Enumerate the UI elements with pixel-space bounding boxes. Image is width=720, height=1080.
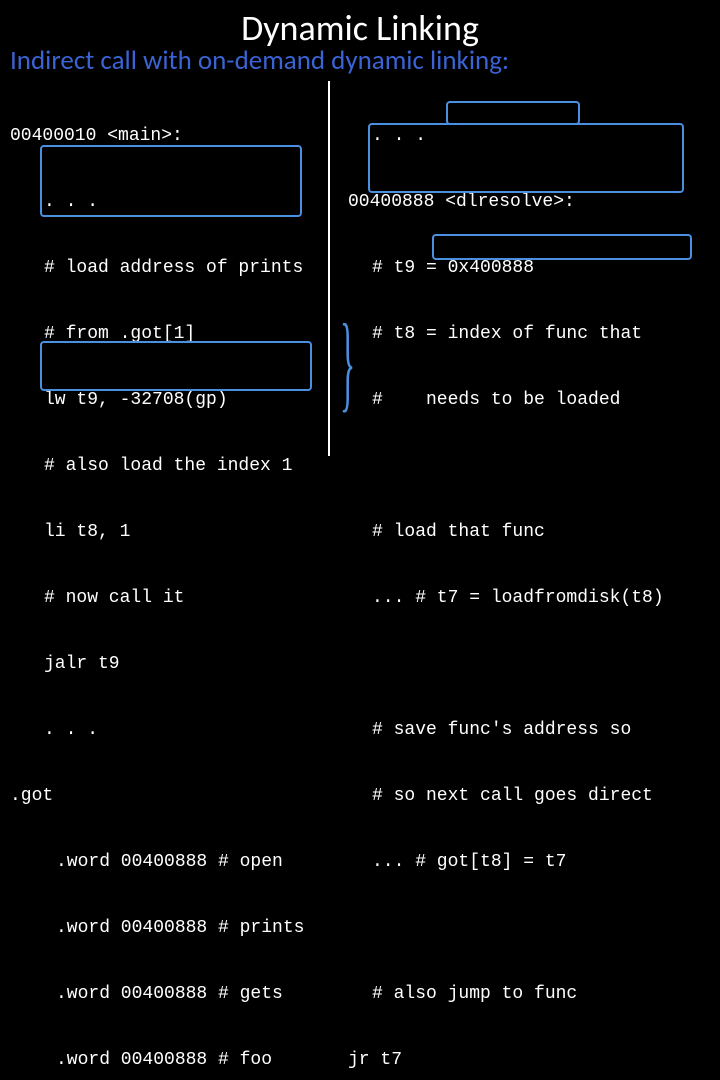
code-line: # t9 = 0x400888 bbox=[348, 257, 664, 279]
code-line: ... # got[t8] = t7 bbox=[348, 851, 664, 873]
left-code-column: 00400010 <main>: . . . # load address of… bbox=[10, 81, 304, 1080]
blank-line bbox=[348, 653, 664, 675]
highlight-box bbox=[432, 234, 692, 260]
highlight-box bbox=[40, 341, 312, 391]
code-line: # now call it bbox=[10, 587, 304, 609]
code-line: jalr t9 bbox=[10, 653, 304, 675]
code-line: # save func's address so bbox=[348, 719, 664, 741]
code-line: # needs to be loaded bbox=[348, 389, 664, 411]
code-area: 00400010 <main>: . . . # load address of… bbox=[0, 81, 720, 531]
code-line: # load address of prints bbox=[10, 257, 304, 279]
slide-title: Dynamic Linking bbox=[0, 0, 720, 50]
blank-line bbox=[348, 455, 664, 477]
dlresolve-address: 00400888 <dlresolve>: bbox=[348, 191, 664, 213]
code-line: # so next call goes direct bbox=[348, 785, 664, 807]
code-line: # also jump to func bbox=[348, 983, 664, 1005]
brace-icon: } bbox=[340, 301, 355, 425]
highlight-box bbox=[40, 145, 302, 217]
highlight-box bbox=[446, 101, 580, 125]
code-line: jr t7 bbox=[348, 1049, 664, 1071]
got-label: .got bbox=[10, 785, 304, 807]
got-entry: .word 00400888 # foo bbox=[10, 1049, 304, 1071]
code-line: . . . bbox=[10, 719, 304, 741]
code-line: ... # t7 = loadfromdisk(t8) bbox=[348, 587, 664, 609]
blank-line bbox=[348, 917, 664, 939]
got-entry: .word 00400888 # prints bbox=[10, 917, 304, 939]
code-line: lw t9, -32708(gp) bbox=[10, 389, 304, 411]
code-line: # also load the index 1 bbox=[10, 455, 304, 477]
main-address: 00400010 <main>: bbox=[10, 125, 304, 147]
code-line: # t8 = index of func that bbox=[348, 323, 664, 345]
highlight-box bbox=[368, 123, 684, 193]
right-code-column: . . . 00400888 <dlresolve>: # t9 = 0x400… bbox=[348, 81, 664, 1080]
got-entry: .word 00400888 # gets bbox=[10, 983, 304, 1005]
slide-subtitle: Indirect call with on-demand dynamic lin… bbox=[0, 44, 720, 77]
got-entry: .word 00400888 # open bbox=[10, 851, 304, 873]
column-divider bbox=[328, 81, 330, 456]
